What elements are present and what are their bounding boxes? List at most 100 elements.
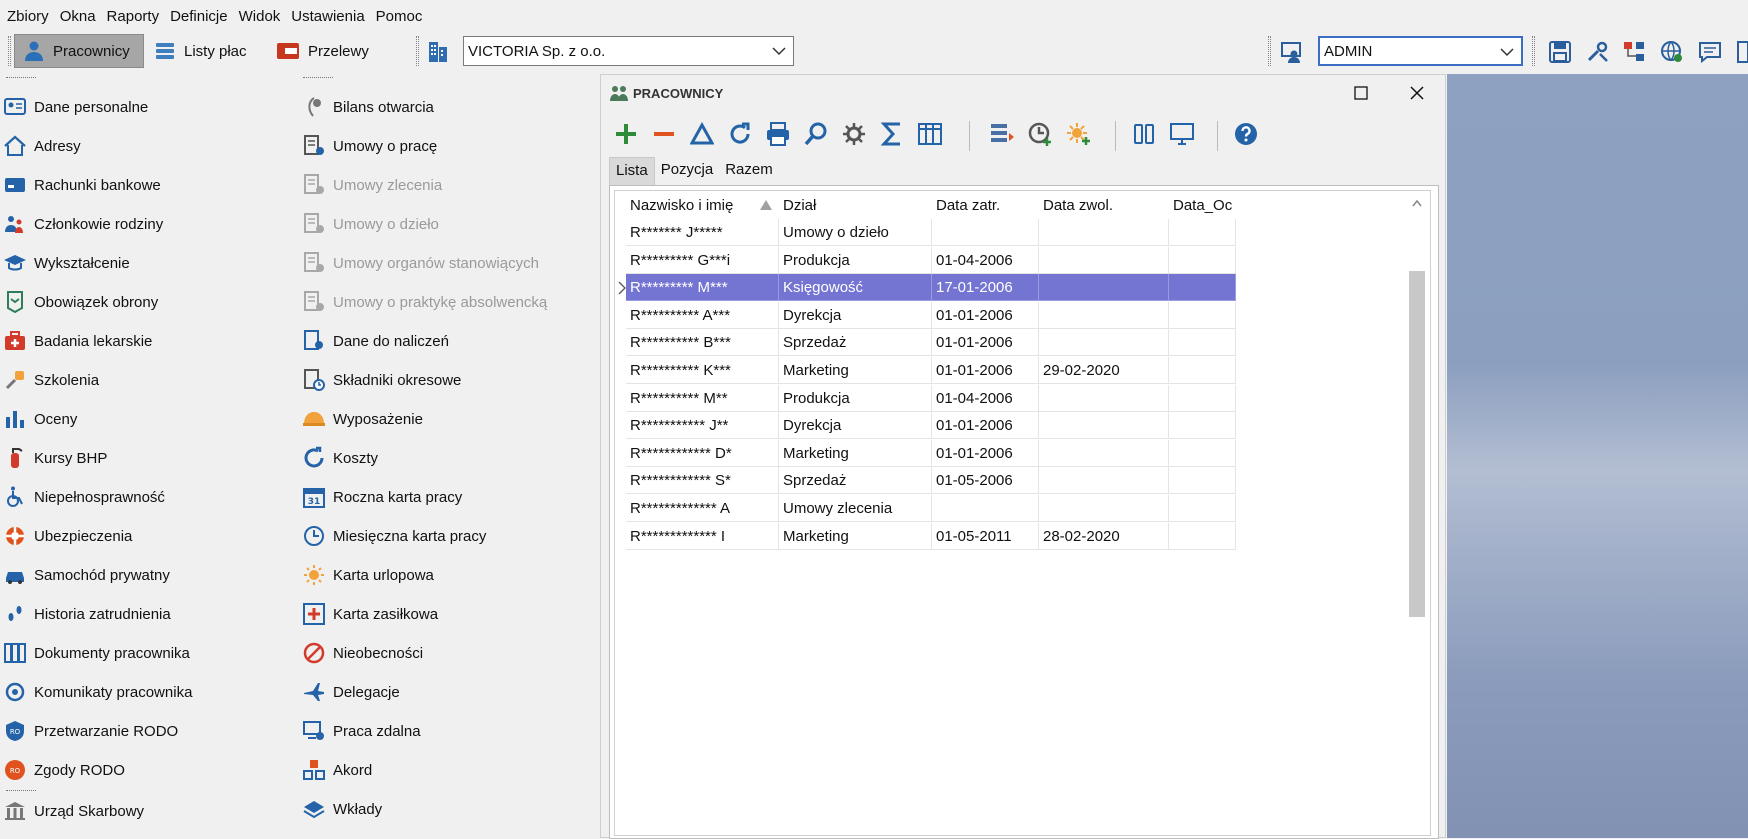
refresh-button[interactable] <box>725 119 755 149</box>
toolbar-grip[interactable] <box>1532 36 1535 66</box>
table-row[interactable]: R******* J***** Umowy o dzieło <box>615 219 1236 246</box>
save-icon[interactable] <box>1548 40 1572 64</box>
network-icon[interactable] <box>1622 40 1646 64</box>
menu-pomoc[interactable]: Pomoc <box>371 8 429 25</box>
vertical-scrollbar[interactable] <box>1408 195 1426 835</box>
search-button[interactable] <box>801 119 831 149</box>
nav-item-badania-lekarskie[interactable]: Badania lekarskie <box>2 326 152 356</box>
menu-zbiory[interactable]: Zbiory <box>2 8 55 25</box>
globe-icon[interactable] <box>1660 40 1684 64</box>
table-row[interactable]: R********** A*** Dyrekcja 01-01-2006 <box>615 301 1236 329</box>
nav-item-umowy-zlecenia[interactable]: Umowy zlecenia <box>301 170 442 200</box>
edit-button[interactable] <box>687 119 717 149</box>
nav-item-koszty[interactable]: Koszty <box>301 443 378 473</box>
nav-item-karta-urlopowa[interactable]: Karta urlopowa <box>301 560 434 590</box>
nav-item-praca-zdalna[interactable]: Praca zdalna <box>301 716 421 746</box>
menu-ustawienia[interactable]: Ustawienia <box>286 8 370 25</box>
table-row[interactable]: R*********** J** Dyrekcja 01-01-2006 <box>615 412 1236 440</box>
nav-item-miesięczna-karta-pracy[interactable]: Miesięczna karta pracy <box>301 521 486 551</box>
nav-item-roczna-karta-pracy[interactable]: 31 Roczna karta pracy <box>301 482 462 512</box>
list-filter-button[interactable] <box>987 119 1017 149</box>
table-row[interactable]: R************ D* Marketing 01-01-2006 <box>615 439 1236 467</box>
nav-item-szkolenia[interactable]: Szkolenia <box>2 365 99 395</box>
menu-definicje[interactable]: Definicje <box>165 8 234 25</box>
nav-item-obowiązek-obrony[interactable]: Obowiązek obrony <box>2 287 158 317</box>
menu-widok[interactable]: Widok <box>234 8 287 25</box>
chat-icon[interactable] <box>1698 40 1722 64</box>
tab-lista[interactable]: Lista <box>609 157 655 185</box>
vacation-add-button[interactable] <box>1063 119 1093 149</box>
nav-item-nieobecności[interactable]: Nieobecności <box>301 638 423 668</box>
nav-item-niepełnosprawność[interactable]: Niepełnosprawność <box>2 482 165 512</box>
nav-item-ubezpieczenia[interactable]: Ubezpieczenia <box>2 521 132 551</box>
user-select[interactable]: ADMIN <box>1318 36 1523 66</box>
tab-razem[interactable]: Razem <box>719 157 779 185</box>
nav-item-karta-zasiłkowa[interactable]: Karta zasiłkowa <box>301 599 438 629</box>
nav-item-członkowie-rodziny[interactable]: Członkowie rodziny <box>2 209 163 239</box>
nav-item-umowy-organów-stanowiących[interactable]: Umowy organów stanowiących <box>301 248 539 278</box>
nav-item-oceny[interactable]: Oceny <box>2 404 77 434</box>
nav-item-historia-zatrudnienia[interactable]: Historia zatrudnienia <box>2 599 171 629</box>
nav-item-rachunki-bankowe[interactable]: Rachunki bankowe <box>2 170 161 200</box>
settings-button[interactable] <box>839 119 869 149</box>
tools-icon[interactable] <box>1586 40 1610 64</box>
toolbar-grip[interactable] <box>8 36 11 66</box>
nav-item-kursy-bhp[interactable]: Kursy BHP <box>2 443 107 473</box>
module-listy-plac-button[interactable]: Listy płac <box>146 34 264 68</box>
split-view-button[interactable] <box>1129 119 1159 149</box>
nav-item-wykształcenie[interactable]: Wykształcenie <box>2 248 130 278</box>
more-icon[interactable] <box>1736 40 1748 64</box>
company-select[interactable]: VICTORIA Sp. z o.o. <box>463 36 794 66</box>
column-header-name[interactable]: Nazwisko i imię <box>626 191 776 219</box>
maximize-button[interactable] <box>1349 81 1373 105</box>
employees-grid[interactable]: Nazwisko i imię Dział Data zatr. Data zw… <box>614 190 1431 836</box>
nav-item-zgody-rodo[interactable]: RO Zgody RODO <box>2 755 125 785</box>
print-button[interactable] <box>763 119 793 149</box>
help-button[interactable] <box>1231 119 1261 149</box>
table-row[interactable]: R********** B*** Sprzedaż 01-01-2006 <box>615 329 1236 357</box>
nav-item-dane-do-naliczeń[interactable]: Dane do naliczeń <box>301 326 449 356</box>
delete-button[interactable] <box>649 119 679 149</box>
sum-button[interactable] <box>877 119 907 149</box>
nav-item-wkłady[interactable]: Wkłady <box>301 794 382 824</box>
window-titlebar[interactable]: PRACOWNICY <box>601 75 1445 111</box>
column-header-dzial[interactable]: Dział <box>779 191 915 219</box>
table-row[interactable]: R************* I Marketing 01-05-2011 28-02… <box>615 522 1236 550</box>
columns-button[interactable] <box>915 119 945 149</box>
toolbar-grip[interactable] <box>1268 36 1271 66</box>
screen-button[interactable] <box>1167 119 1197 149</box>
nav-item-urząd-skarbowy[interactable]: Urząd Skarbowy <box>2 796 144 826</box>
nav-item-umowy-o-praktykę-absolwencką[interactable]: Umowy o praktykę absolwencką <box>301 287 547 317</box>
module-pracownicy-button[interactable]: Pracownicy <box>14 34 144 68</box>
nav-item-umowy-o-dzieło[interactable]: Umowy o dzieło <box>301 209 439 239</box>
nav-item-adresy[interactable]: Adresy <box>2 131 81 161</box>
nav-item-delegacje[interactable]: Delegacje <box>301 677 400 707</box>
column-header-data-oc[interactable]: Data_Oc <box>1169 191 1235 219</box>
scrollbar-thumb[interactable] <box>1409 271 1425 617</box>
column-header-data-zwol[interactable]: Data zwol. <box>1039 191 1165 219</box>
nav-item-umowy-o-pracę[interactable]: Umowy o pracę <box>301 131 437 161</box>
tab-pozycja[interactable]: Pozycja <box>655 157 720 185</box>
table-row[interactable]: R********* M*** Księgowość 17-01-2006 <box>615 274 1236 302</box>
table-row[interactable]: R********** M** Produkcja 01-04-2006 <box>615 384 1236 412</box>
nav-item-samochód-prywatny[interactable]: Samochód prywatny <box>2 560 170 590</box>
column-header-data-zatr[interactable]: Data zatr. <box>932 191 1038 219</box>
nav-item-składniki-okresowe[interactable]: Składniki okresowe <box>301 365 461 395</box>
nav-item-dokumenty-pracownika[interactable]: Dokumenty pracownika <box>2 638 190 668</box>
menu-raporty[interactable]: Raporty <box>102 8 166 25</box>
add-button[interactable] <box>611 119 641 149</box>
table-row[interactable]: R************ S* Sprzedaż 01-05-2006 <box>615 467 1236 495</box>
nav-item-akord[interactable]: Akord <box>301 755 372 785</box>
nav-item-dane-personalne[interactable]: Dane personalne <box>2 92 148 122</box>
scroll-up-icon[interactable] <box>1412 199 1422 207</box>
module-przelewy-button[interactable]: Przelewy <box>268 34 378 68</box>
nav-item-komunikaty-pracownika[interactable]: Komunikaty pracownika <box>2 677 192 707</box>
table-row[interactable]: R********* G***i Produkcja 01-04-2006 <box>615 246 1236 274</box>
table-row[interactable]: R************* A Umowy zlecenia <box>615 495 1236 522</box>
table-row[interactable]: R********** K*** Marketing 01-01-2006 29-02… <box>615 357 1236 384</box>
nav-item-wyposażenie[interactable]: Wyposażenie <box>301 404 423 434</box>
close-button[interactable] <box>1405 81 1429 105</box>
menu-okna[interactable]: Okna <box>55 8 102 25</box>
nav-item-przetwarzanie-rodo[interactable]: RO Przetwarzanie RODO <box>2 716 178 746</box>
time-button[interactable] <box>1025 119 1055 149</box>
